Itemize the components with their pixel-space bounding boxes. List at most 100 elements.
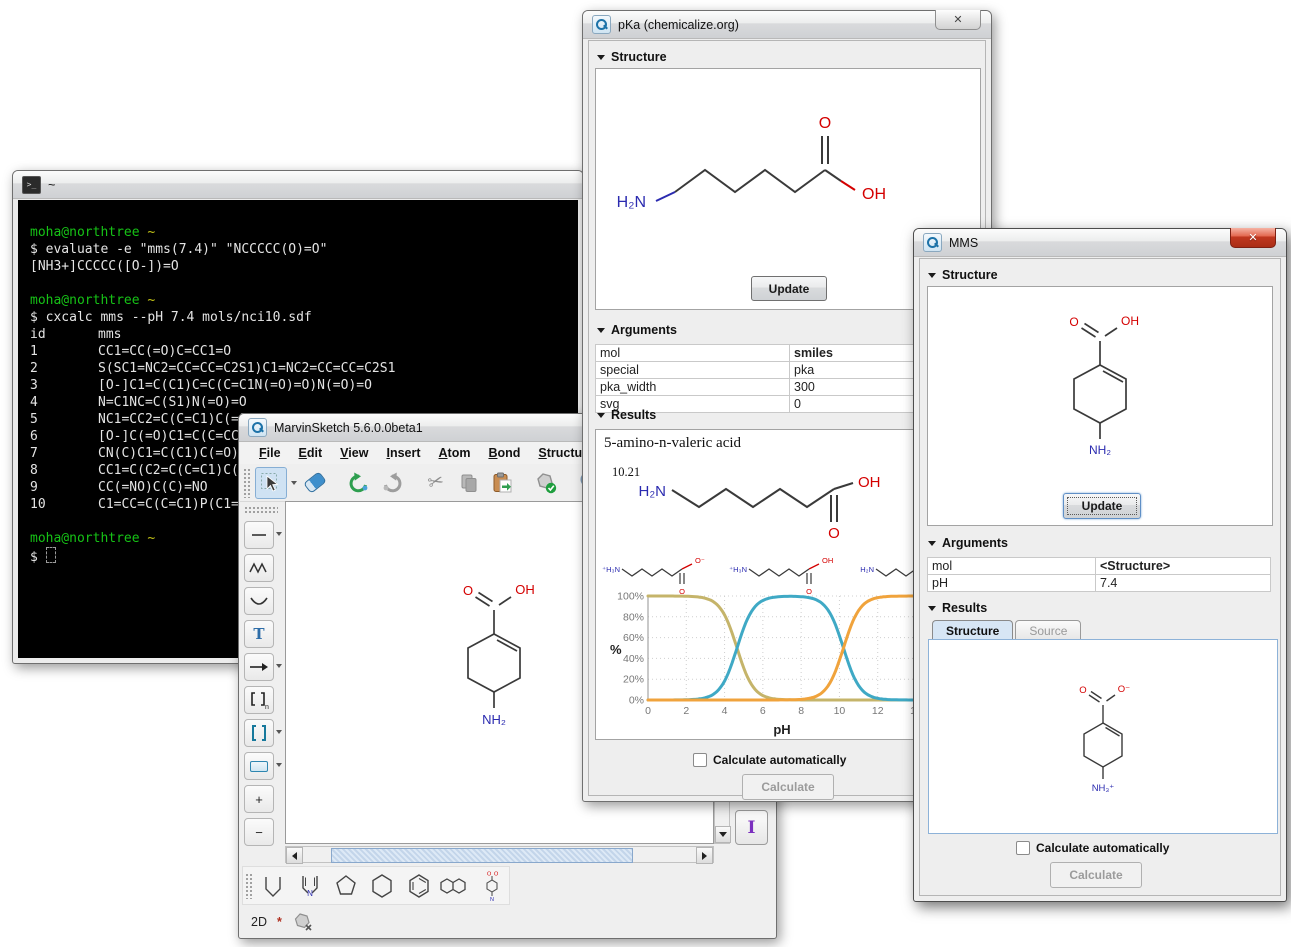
mms-arguments-section-header[interactable]: Arguments [928,536,1008,550]
mms-input-molecule-aminocyclohexene-acid: O OH NH₂ [1044,305,1156,467]
template-cyclopentane[interactable] [329,869,363,902]
undo-button[interactable] [344,468,374,498]
pka-calculate-button[interactable]: Calculate [742,774,834,800]
svg-text:2: 2 [683,705,689,717]
collapse-arrow-icon [928,273,936,278]
check-structure-button[interactable] [531,468,561,498]
tab-structure[interactable]: Structure [932,620,1013,640]
decrease-charge-button[interactable]: − [244,818,274,846]
terminal-blank-line [30,275,578,292]
text-tool-button[interactable]: T [244,620,274,648]
toolbar-grip[interactable] [244,506,278,514]
collapse-arrow-icon [597,413,605,418]
menu-view[interactable]: View [331,444,377,462]
arrow-tool-button[interactable] [244,653,274,681]
select-tool-dropdown-icon[interactable] [291,481,297,485]
arc-tool-button[interactable] [244,587,274,615]
horizontal-scrollbar-thumb[interactable] [331,848,633,863]
increase-charge-button[interactable]: + [244,785,274,813]
template-pyrrole[interactable]: N [292,869,326,902]
svg-text:O⁻: O⁻ [695,556,705,565]
pka-basic-value: 10.21 [612,465,640,479]
copy-icon [459,473,479,493]
group-bracket-tool-button[interactable] [244,719,274,747]
template-toolbar: N OON [242,866,510,905]
mms-close-button[interactable]: ✕ [1230,228,1276,248]
template-naphthalene[interactable] [438,869,472,902]
mms-structure-section-header[interactable]: Structure [928,268,998,282]
pka-titlebar[interactable]: pKa (chemicalize.org) [583,11,991,39]
modified-indicator: * [277,915,282,929]
eraser-tool-button[interactable] [300,468,330,498]
svg-text:10: 10 [834,705,846,717]
scroll-down-button[interactable] [715,826,731,843]
menu-atom[interactable]: Atom [430,444,480,462]
pka-close-button[interactable]: ✕ [935,10,981,30]
insert-mode-button[interactable]: I [735,810,768,845]
repeating-bracket-icon: n [249,691,269,709]
arc-icon [249,594,269,608]
bracket-icon [249,724,269,742]
scissors-icon: ✂ [425,469,446,495]
bond-dropdown-icon[interactable] [276,532,282,536]
menu-edit[interactable]: Edit [290,444,332,462]
svg-text:H₂N: H₂N [617,194,646,211]
toolbar-grip[interactable] [245,873,252,899]
repeating-group-tool-button[interactable]: n [244,686,274,714]
terminal-command: $ cxcalc mms --pH 7.4 mols/nci10.sdf [30,309,578,326]
svg-text:O: O [1069,315,1078,329]
cut-button[interactable]: ✂ [421,468,451,498]
svg-text:0%: 0% [629,695,644,707]
paste-button[interactable] [487,468,517,498]
bracket-dropdown-icon[interactable] [276,730,282,734]
calculate-automatically-checkbox[interactable] [1016,841,1030,855]
selection-arrow-icon [260,472,282,494]
pka-structure-section-header[interactable]: Structure [597,50,667,64]
pka-arguments-section-header[interactable]: Arguments [597,323,677,337]
canvas-horizontal-scrollbar[interactable] [285,846,714,863]
svg-text:OH: OH [1121,314,1139,328]
mms-results-section-header[interactable]: Results [928,601,987,615]
template-cyclopentadiene[interactable] [256,869,290,902]
svg-text:OH: OH [862,186,886,203]
canvas-molecule-aminocyclohexene-acid: O OH NH₂ [438,574,550,736]
marvin-left-toolbar: T n + − [242,506,286,846]
redo-button[interactable] [377,468,407,498]
argument-value[interactable]: <Structure> [1096,558,1271,575]
pka-update-button[interactable]: Update [751,276,827,301]
terminal-output-line: [NH3+]CCCCC([O-])=O [30,258,578,275]
marvin-app-icon [592,15,611,34]
svg-text:8: 8 [798,705,804,717]
tab-source[interactable]: Source [1015,620,1081,640]
svg-text:80%: 80% [623,611,644,623]
template-benzene[interactable] [402,869,436,902]
chain-tool-button[interactable] [244,554,274,582]
select-tool-button[interactable] [255,467,287,499]
terminal-titlebar[interactable]: >_ ~ [13,171,583,199]
marvinsketch-title: MarvinSketch 5.6.0.0beta1 [274,421,423,435]
structure-checker-status-icon[interactable] [292,912,314,932]
scroll-right-button[interactable] [696,847,713,864]
single-bond-tool-button[interactable] [244,521,274,549]
copy-button[interactable] [454,468,484,498]
mms-calculate-button[interactable]: Calculate [1050,862,1142,888]
toolbar-grip[interactable] [243,468,250,498]
menu-bond[interactable]: Bond [479,444,529,462]
argument-value[interactable]: 7.4 [1096,575,1271,592]
mms-result-structure-panel[interactable]: O O⁻ NH₃⁺ [928,639,1278,834]
menu-insert[interactable]: Insert [377,444,429,462]
svg-text:H₂N: H₂N [860,565,874,574]
template-custom-structure[interactable]: OON [475,869,509,902]
template-cyclohexane[interactable] [365,869,399,902]
rectangle-dropdown-icon[interactable] [276,763,282,767]
menu-file[interactable]: File [250,444,290,462]
mms-structure-panel[interactable]: O OH NH₂ Update [927,286,1273,526]
terminal-icon: >_ [22,176,41,194]
calculate-automatically-checkbox[interactable] [693,753,707,767]
pka-results-section-header[interactable]: Results [597,408,656,422]
scroll-left-button[interactable] [286,847,303,864]
rectangle-graphics-tool-button[interactable] [244,752,274,780]
marvin-app-icon [248,418,267,437]
mms-update-button[interactable]: Update [1063,493,1141,519]
arrow-dropdown-icon[interactable] [276,664,282,668]
